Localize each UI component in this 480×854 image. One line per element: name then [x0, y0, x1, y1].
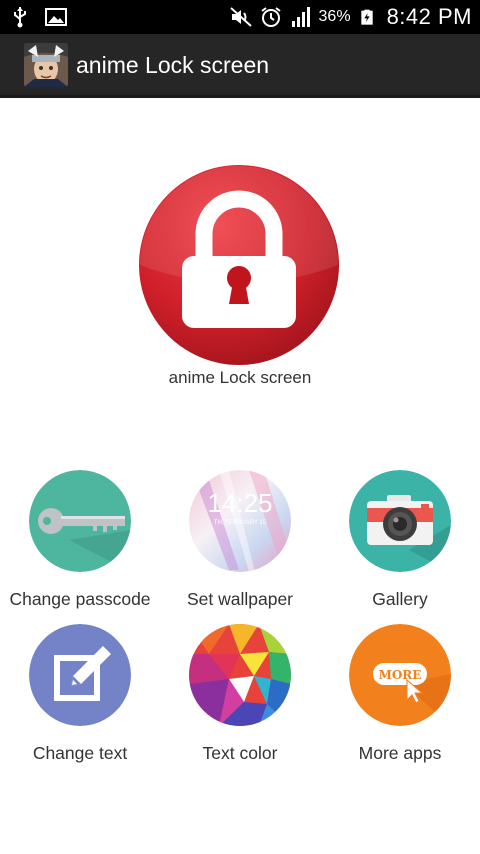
- wallpaper-time: 14:25: [207, 488, 272, 518]
- hero-caption: anime Lock screen: [168, 368, 312, 387]
- color-palette-icon: [189, 624, 291, 726]
- clock: 8:42 PM: [386, 4, 472, 29]
- signal-icon: [291, 7, 310, 27]
- battery-icon: [360, 9, 373, 25]
- wallpaper-preview-icon: 14:25 TH, FEBRUARY 15: [189, 470, 291, 572]
- text-color-button[interactable]: Text color: [160, 624, 320, 764]
- change-passcode-label: Change passcode: [9, 589, 151, 609]
- more-apps-label: More apps: [358, 743, 442, 763]
- key-icon: [29, 470, 131, 572]
- padlock-icon[interactable]: [138, 164, 340, 366]
- edit-text-icon: [29, 624, 131, 726]
- app-title: anime Lock screen: [76, 52, 270, 78]
- camera-icon: [349, 470, 451, 572]
- status-bar: 36% 8:42 PM: [0, 0, 480, 34]
- anime-avatar-icon[interactable]: [24, 43, 68, 87]
- set-wallpaper-button[interactable]: 14:25 TH, FEBRUARY 15 Set wallpaper: [160, 470, 320, 610]
- mute-icon: [229, 7, 252, 27]
- gallery-label: Gallery: [372, 589, 428, 609]
- alarm-icon: [260, 7, 281, 27]
- more-apps-button[interactable]: MORE More apps: [320, 624, 480, 764]
- more-icon: MORE: [349, 624, 451, 726]
- more-badge-text: MORE: [379, 668, 422, 682]
- battery-percent: 36%: [318, 8, 351, 25]
- change-passcode-button[interactable]: Change passcode: [0, 470, 160, 610]
- usb-icon: [14, 7, 26, 28]
- set-wallpaper-label: Set wallpaper: [186, 589, 294, 609]
- change-text-label: Change text: [32, 743, 128, 763]
- change-text-button[interactable]: Change text: [0, 624, 160, 764]
- action-bar: anime Lock screen: [0, 34, 480, 98]
- image-icon: [45, 8, 67, 26]
- wallpaper-date: TH, FEBRUARY 15: [214, 520, 267, 526]
- text-color-label: Text color: [202, 743, 278, 763]
- gallery-button[interactable]: Gallery: [320, 470, 480, 610]
